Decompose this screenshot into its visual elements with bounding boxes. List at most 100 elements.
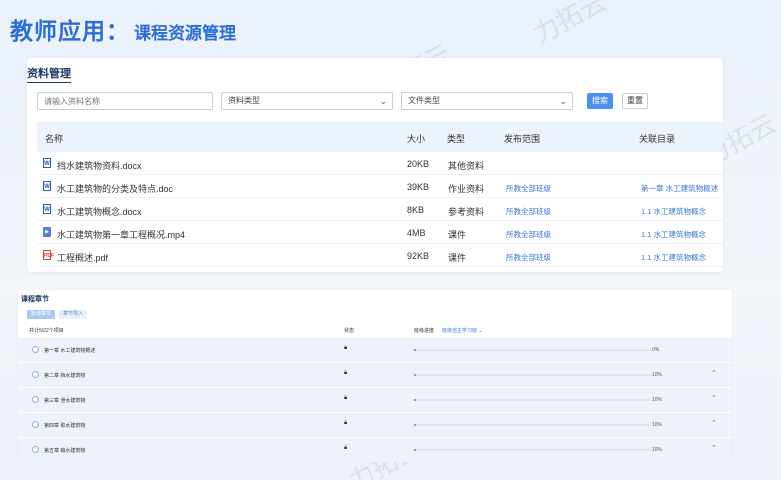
chapter-name: 第二章 挡水建筑物 [44,373,86,379]
materials-table-header: 名称 大小 类型 发布范围 关联目录 [37,122,723,152]
progress-fill [414,374,417,376]
list-item[interactable]: 第五章 输水建筑物 🔒︎ 10% ⌃ [18,438,732,462]
pdf-file-icon: PDF [43,250,54,260]
progress-fill [414,449,417,451]
chapter-name: 第一章 水工建筑物概述 [44,348,96,354]
progress-bar [414,399,652,401]
chapter-radio[interactable] [32,371,39,378]
column-header-progress: 班级进度 [414,328,435,334]
file-type: 课件 [448,230,467,240]
chapter-name: 第三章 泄水建筑物 [44,398,86,404]
materials-table-body: W 挡水建筑物资料.docx 20KB 其他资料 W 水工建筑物的分类及特点.d… [37,152,723,267]
materials-panel: 资料管理 资料类型 ⌄ 文件类型 ⌄ 搜索 重置 名称 大小 类型 发布范围 关… [27,58,723,272]
catalog-link[interactable]: 第一章 水工建筑物概述 [641,183,718,194]
scope-link[interactable]: 所教全部班级 [506,252,551,263]
column-header-status: 状态 [344,328,355,334]
file-type: 作业资料 [448,184,485,194]
word-doc-icon: W [43,204,51,214]
page-title-sub: 课程资源管理 [134,24,236,43]
lock-icon[interactable]: 🔒︎ [344,370,347,377]
file-name: 水工建筑物第一章工程概况.mp4 [57,230,186,240]
progress-percent: 10% [652,422,663,428]
list-item[interactable]: 第三章 泄水建筑物 🔒︎ 10% ⌃ [18,388,732,412]
file-size: 92KB [407,251,430,261]
filter-bar: 资料类型 ⌄ 文件类型 ⌄ 搜索 重置 [37,92,648,110]
total-count: 共计5/22个项目 [29,328,64,334]
progress-percent: 10% [652,372,663,378]
expand-caret-icon[interactable]: ⌃ [711,394,717,402]
word-doc-icon: W [43,158,51,168]
column-header-size: 大小 [407,134,426,144]
material-name-search-input[interactable] [37,92,213,110]
chapter-radio[interactable] [32,421,39,428]
table-row[interactable]: ▶ 水工建筑物第一章工程概况.mp4 4MB 课件 所教全部班级 1.1 水工建… [37,221,723,244]
scope-link[interactable]: 所教全部班级 [506,206,551,217]
chapters-list: 第一章 水工建筑物概述 🔒︎ 0% 第二章 挡水建筑物 🔒︎ 10% ⌃ 第三章… [18,338,732,463]
scope-link[interactable]: 所教全部班级 [506,183,551,194]
progress-fill [414,424,417,426]
list-item[interactable]: 第一章 水工建筑物概述 🔒︎ 0% [18,338,732,362]
lock-icon[interactable]: 🔒︎ [344,395,347,402]
progress-fill [414,349,417,351]
list-item[interactable]: 第二章 挡水建筑物 🔒︎ 10% ⌃ [18,363,732,387]
progress-bar [414,449,652,451]
file-name: 工程概述.pdf [57,253,109,263]
add-chapter-button[interactable]: 新增章节 [27,310,56,319]
file-type-select-value: 文件类型 [408,96,440,105]
scope-link[interactable]: 所教全部班级 [506,229,551,240]
table-row[interactable]: W 水工建筑物的分类及特点.doc 39KB 作业资料 所教全部班级 第一章 水… [37,175,723,198]
catalog-link[interactable]: 1.1 水工建筑物概念 [641,252,706,263]
table-row[interactable]: W 挡水建筑物资料.docx 20KB 其他资料 [37,152,723,175]
file-name: 水工建筑物的分类及特点.doc [57,184,174,194]
file-type: 其他资料 [448,161,485,171]
file-type: 参考资料 [448,207,485,217]
search-button[interactable]: 搜索 [587,93,613,109]
chapters-table-header: 共计5/22个项目 状态 班级进度 班级自主学习班 ⌄ [18,324,732,336]
class-filter-dropdown[interactable]: 班级自主学习班 ⌄ [442,327,483,334]
lock-icon[interactable]: 🔒︎ [344,420,347,427]
material-type-select[interactable]: 资料类型 ⌄ [221,92,393,110]
reset-button[interactable]: 重置 [622,93,648,109]
table-row[interactable]: PDF 工程概述.pdf 92KB 课件 所教全部班级 1.1 水工建筑物概念 [37,244,723,267]
column-header-catalog: 关联目录 [639,134,676,144]
chapter-radio[interactable] [32,396,39,403]
chapter-name: 第五章 输水建筑物 [44,448,86,454]
catalog-link[interactable]: 1.1 水工建筑物概念 [641,229,706,240]
column-header-type: 类型 [447,134,466,144]
progress-percent: 10% [652,447,663,453]
column-header-name: 名称 [45,134,64,144]
file-name: 水工建筑物概念.docx [57,207,142,217]
material-type-select-value: 资料类型 [228,96,260,105]
file-size: 20KB [407,159,430,169]
chapter-radio[interactable] [32,346,39,353]
video-file-icon: ▶ [43,227,51,237]
file-type-select[interactable]: 文件类型 ⌄ [401,92,573,110]
progress-bar [414,374,652,376]
chapter-name: 第四章 取水建筑物 [44,423,86,429]
file-size: 4MB [407,228,426,238]
file-type: 课件 [448,253,467,263]
catalog-link[interactable]: 1.1 水工建筑物概念 [641,206,706,217]
chevron-down-icon: ⌄ [379,96,387,106]
file-name: 挡水建筑物资料.docx [57,161,142,171]
lock-icon[interactable]: 🔒︎ [344,345,347,352]
column-header-scope: 发布范围 [504,134,541,144]
expand-caret-icon[interactable]: ⌃ [711,444,717,452]
file-size: 39KB [407,182,430,192]
expand-caret-icon[interactable]: ⌃ [711,419,717,427]
table-row[interactable]: W 水工建筑物概念.docx 8KB 参考资料 所教全部班级 1.1 水工建筑物… [37,198,723,221]
progress-percent: 10% [652,397,663,403]
chapters-panel: 课程章节 新增章节 章节导入 共计5/22个项目 状态 班级进度 班级自主学习班… [18,290,732,462]
lock-icon[interactable]: 🔒︎ [344,445,347,452]
file-size: 8KB [407,205,425,215]
list-item[interactable]: 第四章 取水建筑物 🔒︎ 10% ⌃ [18,413,732,437]
chapter-radio[interactable] [32,446,39,453]
watermark: 力拓云 [528,0,612,51]
expand-caret-icon[interactable]: ⌃ [711,369,717,377]
chevron-down-icon: ⌄ [559,96,567,106]
page-title-main: 教师应用： [10,18,130,44]
progress-fill [414,399,417,401]
import-chapter-button[interactable]: 章节导入 [59,310,88,319]
progress-bar [414,349,652,351]
progress-percent: 0% [652,347,660,353]
